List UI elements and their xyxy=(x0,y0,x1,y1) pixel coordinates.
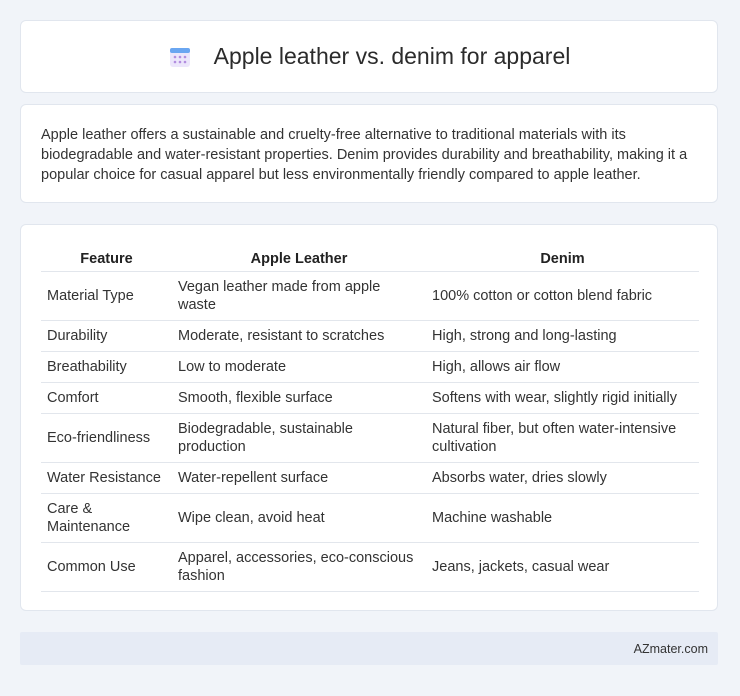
table-header-row: Feature Apple Leather Denim xyxy=(41,245,699,272)
title-card: Apple leather vs. denim for apparel xyxy=(20,20,718,93)
table-cell: Material Type xyxy=(41,271,172,321)
column-header: Feature xyxy=(41,245,172,272)
intro-card: Apple leather offers a sustainable and c… xyxy=(20,104,718,203)
comparison-card: Feature Apple Leather Denim Material Typ… xyxy=(20,224,718,611)
table-cell: Wipe clean, avoid heat xyxy=(172,493,426,543)
table-cell: Machine washable xyxy=(426,493,699,543)
table-cell: Jeans, jackets, casual wear xyxy=(426,542,699,592)
table-cell: 100% cotton or cotton blend fabric xyxy=(426,271,699,321)
page-title: Apple leather vs. denim for apparel xyxy=(213,43,571,69)
table-cell: Moderate, resistant to scratches xyxy=(172,320,426,352)
table-cell: Low to moderate xyxy=(172,351,426,383)
table-row: Durability Moderate, resistant to scratc… xyxy=(41,320,699,352)
table-cell: Absorbs water, dries slowly xyxy=(426,462,699,494)
table-cell: Vegan leather made from apple waste xyxy=(172,271,426,321)
table-row: Water Resistance Water-repellent surface… xyxy=(41,462,699,494)
footer-bar: AZmater.com xyxy=(20,632,718,665)
table-cell: High, allows air flow xyxy=(426,351,699,383)
column-header: Apple Leather xyxy=(172,245,426,272)
calendar-icon xyxy=(169,47,190,67)
table-cell: Durability xyxy=(41,320,172,352)
table-row: Breathability Low to moderate High, allo… xyxy=(41,351,699,383)
column-header: Denim xyxy=(426,245,699,272)
intro-text: Apple leather offers a sustainable and c… xyxy=(41,127,688,183)
footer-brand[interactable]: AZmater.com xyxy=(634,642,708,656)
table-cell: Apparel, accessories, eco-conscious fash… xyxy=(172,542,426,592)
table-cell: Eco-friendliness xyxy=(41,413,172,463)
table-cell: Breathability xyxy=(41,351,172,383)
comparison-table: Feature Apple Leather Denim Material Typ… xyxy=(41,245,699,592)
table-cell: High, strong and long-lasting xyxy=(426,320,699,352)
table-cell: Smooth, flexible surface xyxy=(172,382,426,414)
table-row: Common Use Apparel, accessories, eco-con… xyxy=(41,542,699,592)
table-cell: Care & Maintenance xyxy=(41,493,172,543)
table-row: Material Type Vegan leather made from ap… xyxy=(41,271,699,321)
table-row: Eco-friendliness Biodegradable, sustaina… xyxy=(41,413,699,463)
table-cell: Water-repellent surface xyxy=(172,462,426,494)
table-cell: Biodegradable, sustainable production xyxy=(172,413,426,463)
table-cell: Common Use xyxy=(41,542,172,592)
table-cell: Water Resistance xyxy=(41,462,172,494)
table-cell: Comfort xyxy=(41,382,172,414)
table-row: Care & Maintenance Wipe clean, avoid hea… xyxy=(41,493,699,543)
table-row: Comfort Smooth, flexible surface Softens… xyxy=(41,382,699,414)
table-cell: Natural fiber, but often water-intensive… xyxy=(426,413,699,463)
table-cell: Softens with wear, slightly rigid initia… xyxy=(426,382,699,414)
